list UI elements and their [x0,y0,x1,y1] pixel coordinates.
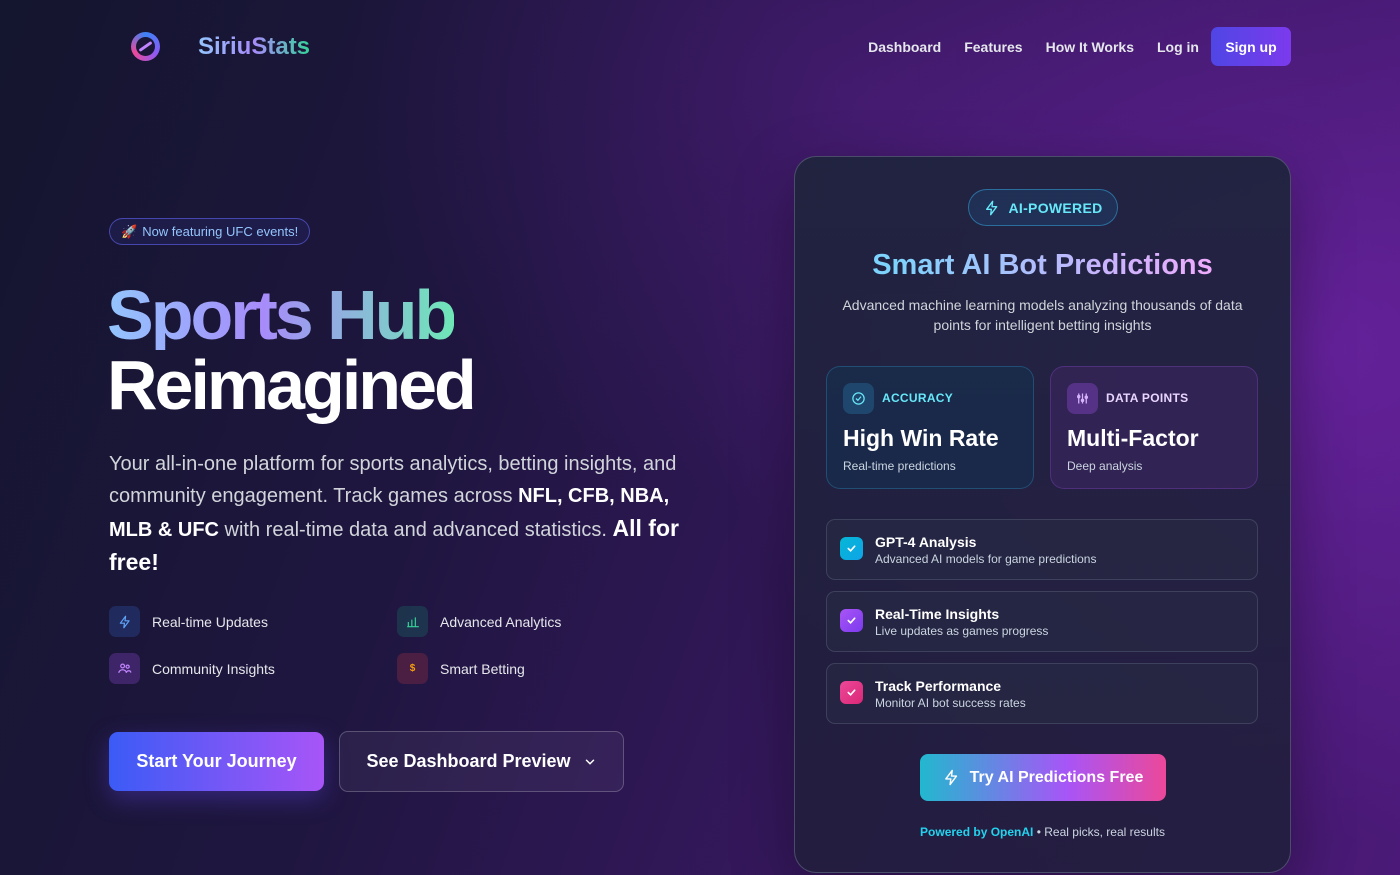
ai-powered-pill: AI-POWERED [968,189,1118,226]
check-circle-icon [843,383,874,414]
announcement-text: Now featuring UFC events! [142,224,299,239]
check-icon [840,537,863,560]
nav-link-features[interactable]: Features [964,39,1022,55]
rocket-icon: 🚀 [121,223,138,239]
check-icon [840,681,863,704]
bar-chart-icon [397,606,428,637]
card-subtitle: Advanced machine learning models analyzi… [842,297,1243,333]
lightning-icon [984,200,1000,216]
feature-advanced-analytics: Advanced Analytics [397,606,561,637]
list-item-track-performance: Track Performance Monitor AI bot success… [826,663,1258,724]
start-journey-button[interactable]: Start Your Journey [109,732,324,791]
logo-icon[interactable] [131,32,160,61]
feature-smart-betting: $ Smart Betting [397,653,525,684]
try-ai-predictions-button[interactable]: Try AI Predictions Free [920,754,1166,801]
check-icon [840,609,863,632]
nav-link-login[interactable]: Log in [1157,39,1199,55]
feature-realtime-updates: Real-time Updates [109,606,268,637]
ai-predictions-card: AI-POWERED Smart AI Bot Predictions Adva… [794,156,1291,873]
list-item-gpt4-analysis: GPT-4 Analysis Advanced AI models for ga… [826,519,1258,580]
nav-links: Dashboard Features How It Works Log in S… [845,27,1291,66]
card-title: Smart AI Bot Predictions [795,249,1290,282]
hero-title-line1: Sports Hub [107,276,457,354]
list-item-realtime-insights: Real-Time Insights Live updates as games… [826,591,1258,652]
hero-description: Your all-in-one platform for sports anal… [109,453,679,575]
users-icon [109,653,140,684]
lightning-icon [943,769,960,786]
top-nav: SiriuStats Dashboard Features How It Wor… [0,0,1400,94]
lightning-icon [109,606,140,637]
dollar-icon: $ [397,653,428,684]
nav-link-how-it-works[interactable]: How It Works [1046,39,1134,55]
feature-community-insights: Community Insights [109,653,275,684]
hero-title-line2: Reimagined [107,346,477,424]
stat-accuracy: ACCURACY High Win Rate Real-time predict… [826,366,1034,489]
stat-data-points: DATA POINTS Multi-Factor Deep analysis [1050,366,1258,489]
sliders-icon [1067,383,1098,414]
nav-link-dashboard[interactable]: Dashboard [868,39,941,55]
dashboard-preview-button[interactable]: See Dashboard Preview [339,731,624,792]
chevron-down-icon [583,755,597,769]
brand-name[interactable]: SiriuStats [198,33,310,61]
powered-by-line: Powered by OpenAI • Real picks, real res… [920,825,1165,839]
announcement-badge[interactable]: 🚀 Now featuring UFC events! [109,218,311,245]
signup-button[interactable]: Sign up [1211,27,1291,66]
